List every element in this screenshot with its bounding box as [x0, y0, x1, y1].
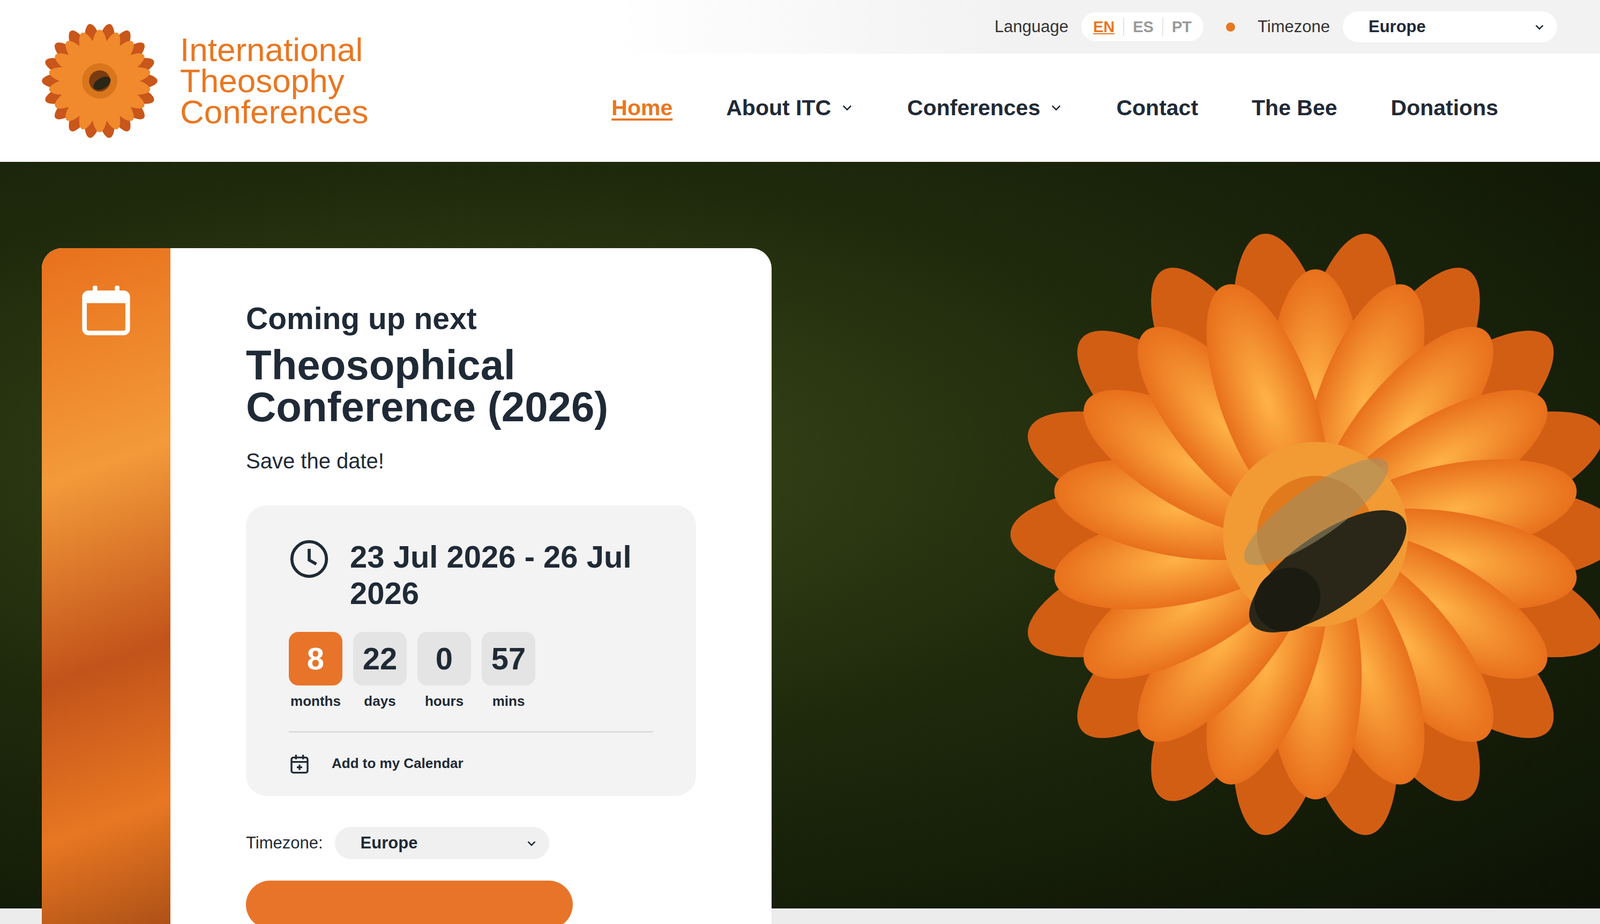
chevron-down-icon: [1049, 101, 1063, 115]
add-to-calendar-link[interactable]: Add to my Calendar: [288, 752, 675, 775]
calendar-icon: [80, 283, 132, 338]
countdown-item: 8 months: [288, 631, 343, 710]
hero-photo: Coming up next Theosophical Conference (…: [0, 161, 1600, 909]
flower-photo: [1007, 226, 1600, 843]
language-option[interactable]: EN: [1093, 18, 1115, 36]
logo[interactable]: InternationalTheosophyConferences: [0, 0, 369, 162]
timezone-label: Timezone: [1257, 17, 1330, 37]
logo-title: InternationalTheosophyConferences: [180, 34, 369, 128]
nav-item[interactable]: Conferences: [907, 95, 1063, 121]
status-dot: [1225, 22, 1236, 32]
top-bar: Language EN ES PT Timezone Europe: [611, 0, 1600, 54]
nav-item[interactable]: Contact: [1116, 95, 1199, 121]
card-strip: [41, 248, 171, 924]
flower-logo-icon: [40, 21, 159, 140]
timezone-select[interactable]: Europe: [334, 826, 550, 859]
eyebrow: Coming up next: [245, 301, 740, 336]
timezone-select[interactable]: Europe: [1342, 11, 1558, 43]
language-switcher: EN ES PT: [1081, 12, 1204, 42]
nav-item[interactable]: The Bee: [1251, 95, 1338, 121]
chevron-down-icon: [524, 835, 539, 850]
chevron-down-icon: [1532, 19, 1547, 34]
register-button[interactable]: [245, 880, 573, 924]
countdown: 8 months22 days0 hours57 mins: [288, 631, 675, 710]
event-subtitle: Save the date!: [245, 449, 740, 474]
clock-icon: [288, 538, 330, 580]
nav-item[interactable]: Donations: [1391, 95, 1499, 121]
calendar-add-icon: [288, 752, 311, 775]
nav-item[interactable]: About ITC: [726, 95, 854, 121]
countdown-item: 57 mins: [481, 631, 536, 710]
event-info-box: 23 Jul 2026 - 26 Jul 2026 8 months22 day…: [245, 505, 697, 796]
site-header: InternationalTheosophyConferences Langua…: [0, 0, 1600, 162]
language-option[interactable]: PT: [1171, 18, 1192, 36]
countdown-item: 0 hours: [417, 631, 471, 710]
event-dates: 23 Jul 2026 - 26 Jul 2026: [349, 538, 675, 612]
language-option[interactable]: ES: [1132, 18, 1154, 36]
main-nav: Home About ITC Conferences Contact The B…: [611, 53, 1568, 162]
language-label: Language: [994, 17, 1069, 37]
countdown-item: 22 days: [353, 631, 407, 710]
chevron-down-icon: [840, 101, 854, 115]
timezone-label: Timezone:: [245, 833, 324, 853]
event-card: Coming up next Theosophical Conference (…: [41, 248, 772, 924]
nav-item[interactable]: Home: [611, 95, 673, 121]
event-title: Theosophical Conference (2026): [245, 344, 740, 428]
